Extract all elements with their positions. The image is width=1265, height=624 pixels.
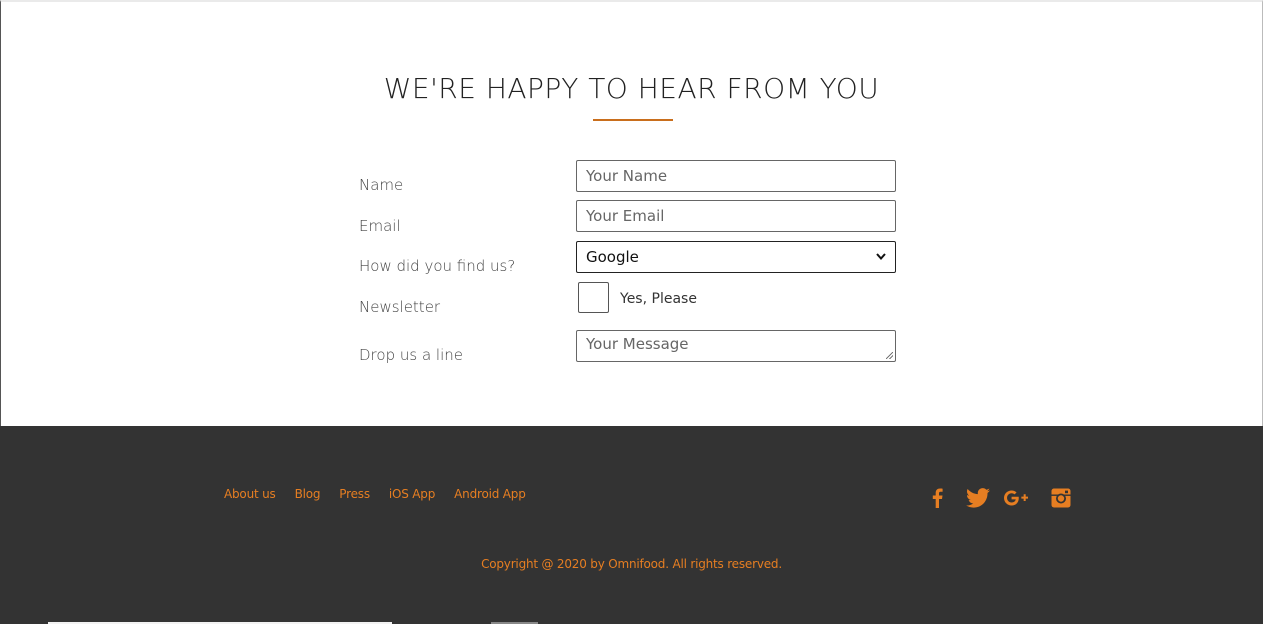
section-heading: WE'RE HAPPY TO HEAR FROM YOU xyxy=(383,72,880,105)
footer-link-android-app[interactable]: Android App xyxy=(454,487,526,501)
resize-grip-icon[interactable] xyxy=(886,352,893,359)
email-label: Email xyxy=(359,217,401,235)
find-us-selected-value: Google xyxy=(586,248,639,266)
message-label: Drop us a line xyxy=(359,346,463,364)
chevron-down-icon xyxy=(876,252,886,263)
twitter-icon[interactable] xyxy=(966,486,990,510)
email-input-placeholder: Your Email xyxy=(586,207,665,225)
footer-link-press[interactable]: Press xyxy=(339,487,370,501)
copyright-text: Copyright @ 2020 by Omnifood. All rights… xyxy=(481,557,782,571)
heading-underline xyxy=(593,119,673,121)
footer-link-about-us[interactable]: About us xyxy=(224,487,276,501)
footer-nav: About us Blog Press iOS App Android App xyxy=(224,487,526,501)
footer-link-blog[interactable]: Blog xyxy=(295,487,321,501)
name-input-placeholder: Your Name xyxy=(586,167,668,185)
email-input[interactable]: Your Email xyxy=(576,200,896,232)
newsletter-checkbox-label[interactable]: Yes, Please xyxy=(620,291,697,307)
message-textarea-placeholder: Your Message xyxy=(586,335,689,353)
footer: About us Blog Press iOS App Android App xyxy=(0,426,1263,624)
facebook-icon[interactable] xyxy=(925,486,949,510)
find-us-label: How did you find us? xyxy=(359,257,516,275)
find-us-select[interactable]: Google xyxy=(576,241,896,273)
name-label: Name xyxy=(359,176,404,194)
contact-form-section: WE'RE HAPPY TO HEAR FROM YOU Name Email … xyxy=(0,0,1263,426)
page: WE'RE HAPPY TO HEAR FROM YOU Name Email … xyxy=(0,0,1265,624)
social-links xyxy=(925,486,1073,510)
footer-link-ios-app[interactable]: iOS App xyxy=(389,487,435,501)
name-input[interactable]: Your Name xyxy=(576,160,896,192)
newsletter-checkbox[interactable] xyxy=(578,282,609,313)
message-textarea[interactable]: Your Message xyxy=(576,330,896,362)
google-plus-icon[interactable] xyxy=(1004,486,1028,510)
instagram-icon[interactable] xyxy=(1049,486,1073,510)
newsletter-label: Newsletter xyxy=(359,298,441,316)
